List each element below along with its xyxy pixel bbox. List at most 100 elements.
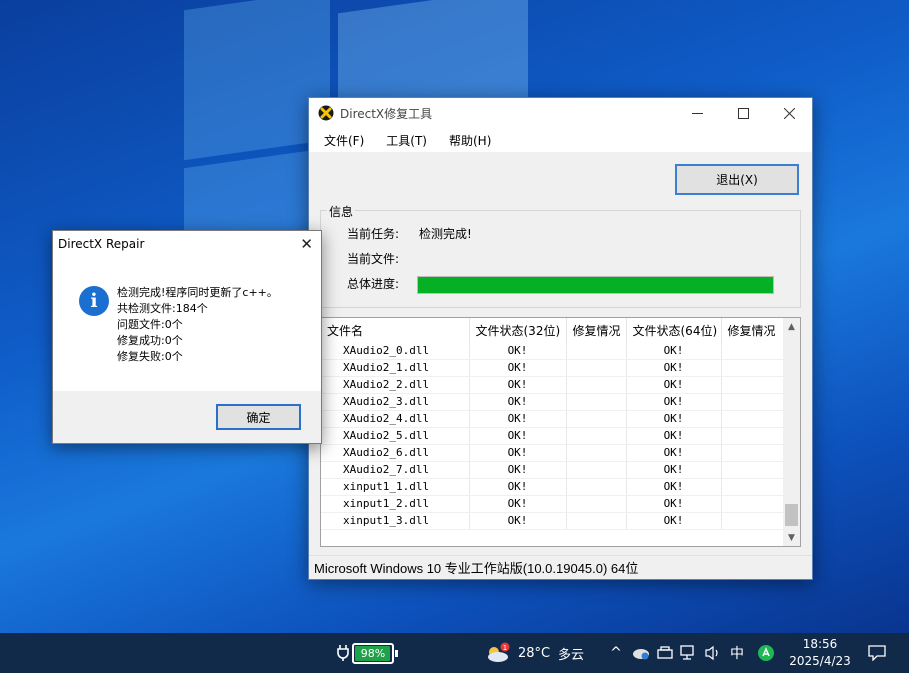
- cell-repair-64: [721, 478, 784, 496]
- dialog-title-bar[interactable]: DirectX Repair ✕: [53, 231, 321, 257]
- cell-status-32: OK!: [469, 478, 567, 496]
- column-header-status-32[interactable]: 文件状态(32位): [469, 318, 567, 342]
- current-file-label: 当前文件:: [347, 252, 400, 266]
- maximize-icon: [737, 107, 749, 119]
- volume-icon[interactable]: [704, 633, 722, 673]
- cell-repair-32: [566, 393, 627, 411]
- table-row[interactable]: xinput1_2.dll OK! OK!: [321, 495, 784, 513]
- system-clock[interactable]: 18:56 2025/4/23: [785, 636, 855, 670]
- cell-repair-64: [721, 376, 784, 394]
- file-status-table[interactable]: 文件名 文件状态(32位) 修复情况 文件状态(64位) 修复情况 XAudio…: [320, 317, 801, 547]
- cell-filename: XAudio2_0.dll: [321, 342, 470, 360]
- dialog-close-icon[interactable]: ✕: [300, 235, 313, 253]
- cell-repair-64: [721, 427, 784, 445]
- scroll-up-icon[interactable]: ▲: [783, 318, 800, 335]
- table-row[interactable]: xinput1_1.dll OK! OK!: [321, 478, 784, 496]
- vertical-scrollbar[interactable]: ▲ ▼: [783, 318, 800, 546]
- table-row[interactable]: XAudio2_0.dll OK! OK!: [321, 342, 784, 360]
- ime-indicator[interactable]: 中: [728, 633, 746, 673]
- ok-button[interactable]: 确定: [216, 404, 301, 430]
- cell-repair-64: [721, 444, 784, 462]
- cell-filename: xinput1_3.dll: [321, 512, 470, 530]
- cell-status-32: OK!: [469, 444, 567, 462]
- current-task-row: 当前任务: 检测完成!: [347, 225, 472, 242]
- cell-repair-32: [566, 461, 627, 479]
- cell-status-64: OK!: [626, 376, 722, 394]
- column-header-repair-64[interactable]: 修复情况: [721, 318, 784, 342]
- menu-help[interactable]: 帮助(H): [442, 132, 498, 149]
- cell-status-64: OK!: [626, 461, 722, 479]
- chevron-up-icon[interactable]: ^: [608, 633, 624, 673]
- cell-repair-32: [566, 495, 627, 513]
- cell-repair-32: [566, 512, 627, 530]
- progress-fill: [418, 277, 773, 293]
- table-row[interactable]: XAudio2_5.dll OK! OK!: [321, 427, 784, 445]
- cell-filename: xinput1_2.dll: [321, 495, 470, 513]
- cell-status-64: OK!: [626, 444, 722, 462]
- minimize-icon: [691, 112, 703, 114]
- table-row[interactable]: XAudio2_7.dll OK! OK!: [321, 461, 784, 479]
- network-icon[interactable]: [680, 633, 698, 673]
- menu-tools[interactable]: 工具(T): [379, 132, 434, 149]
- table-row[interactable]: XAudio2_1.dll OK! OK!: [321, 359, 784, 377]
- close-button[interactable]: [766, 98, 812, 128]
- close-icon: [783, 107, 795, 119]
- cell-status-32: OK!: [469, 410, 567, 428]
- notification-icon[interactable]: [866, 633, 888, 673]
- cell-repair-64: [721, 393, 784, 411]
- exit-button[interactable]: 退出(X): [675, 164, 799, 195]
- battery-nub: [395, 650, 398, 657]
- cell-status-64: OK!: [626, 393, 722, 411]
- info-icon: i: [79, 286, 109, 316]
- dialog-line: 修复成功:0个: [117, 334, 183, 347]
- directx-repair-window: DirectX修复工具 文件(F) 工具(T) 帮助(H) 退出(X) 信息 当…: [308, 97, 813, 580]
- cell-repair-32: [566, 376, 627, 394]
- cell-repair-32: [566, 359, 627, 377]
- taskbar: 98% 1 28°C 多云 ^ 中 18:56 2025/4/23: [0, 633, 909, 673]
- cell-status-64: OK!: [626, 359, 722, 377]
- title-bar[interactable]: DirectX修复工具: [309, 98, 812, 128]
- message-dialog: DirectX Repair ✕ i 检测完成!程序同时更新了c++。 共检测文…: [52, 230, 322, 444]
- column-header-status-64[interactable]: 文件状态(64位): [626, 318, 722, 342]
- weather-cloud-icon[interactable]: 1: [484, 633, 512, 673]
- table-row[interactable]: XAudio2_6.dll OK! OK!: [321, 444, 784, 462]
- cell-status-32: OK!: [469, 495, 567, 513]
- table-row[interactable]: XAudio2_2.dll OK! OK!: [321, 376, 784, 394]
- cell-status-64: OK!: [626, 342, 722, 360]
- cell-filename: XAudio2_3.dll: [321, 393, 470, 411]
- cell-repair-64: [721, 495, 784, 513]
- column-header-repair-32[interactable]: 修复情况: [566, 318, 627, 342]
- table-row[interactable]: XAudio2_3.dll OK! OK!: [321, 393, 784, 411]
- weather-badge: 1: [503, 644, 507, 652]
- cell-status-32: OK!: [469, 393, 567, 411]
- onedrive-cloud-icon[interactable]: [632, 633, 650, 673]
- cell-status-64: OK!: [626, 478, 722, 496]
- weather-desc[interactable]: 多云: [558, 633, 584, 673]
- clock-time: 18:56: [802, 637, 838, 651]
- minimize-button[interactable]: [674, 98, 720, 128]
- cell-status-64: OK!: [626, 495, 722, 513]
- device-icon[interactable]: [656, 633, 674, 673]
- cell-status-32: OK!: [469, 427, 567, 445]
- table-row[interactable]: xinput1_3.dll OK! OK!: [321, 512, 784, 530]
- info-group: 信息 当前任务: 检测完成! 当前文件: 总体进度:: [320, 203, 801, 308]
- scroll-down-icon[interactable]: ▼: [783, 529, 800, 546]
- dialog-line: 问题文件:0个: [117, 318, 183, 331]
- window-title: DirectX修复工具: [340, 106, 433, 121]
- cell-repair-64: [721, 359, 784, 377]
- table-row[interactable]: XAudio2_4.dll OK! OK!: [321, 410, 784, 428]
- battery-percent: 98%: [360, 647, 386, 660]
- info-legend: 信息: [327, 203, 356, 220]
- app-tray-icon[interactable]: [756, 633, 776, 673]
- cell-filename: XAudio2_4.dll: [321, 410, 470, 428]
- scrollbar-thumb[interactable]: [785, 504, 798, 526]
- weather-temp[interactable]: 28°C: [518, 633, 550, 673]
- battery-indicator[interactable]: 98%: [352, 643, 398, 664]
- dialog-footer: 确定: [53, 391, 321, 443]
- cell-status-64: OK!: [626, 410, 722, 428]
- cell-repair-32: [566, 342, 627, 360]
- column-header-filename[interactable]: 文件名: [321, 318, 470, 342]
- power-plug-icon[interactable]: [334, 633, 352, 673]
- maximize-button[interactable]: [720, 98, 766, 128]
- menu-file[interactable]: 文件(F): [317, 132, 371, 149]
